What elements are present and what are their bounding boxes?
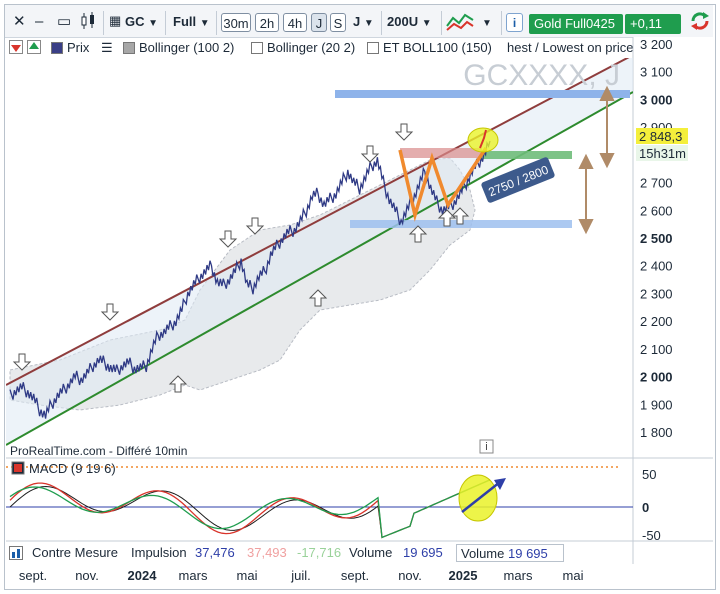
macd-tick-0: 0 xyxy=(642,500,649,515)
time-tick-label: mars xyxy=(178,568,208,583)
volume-box[interactable]: Volume 19 695 xyxy=(456,544,564,562)
bottom-status-bar: Contre Mesure Impulsion 37,476 37,493 -1… xyxy=(5,543,633,563)
svg-text:MACD (9 19 6): MACD (9 19 6) xyxy=(29,461,116,476)
price-tick-label: 2 700 xyxy=(640,176,673,191)
time-tick-label: nov. xyxy=(75,568,99,583)
svg-text:15h31m: 15h31m xyxy=(639,146,686,161)
svg-text:2 848,3: 2 848,3 xyxy=(639,129,682,144)
price-tick-label: 2 000 xyxy=(640,370,673,385)
volume-value: 19 695 xyxy=(403,545,443,560)
time-axis[interactable]: sept. nov. 2024 mars mai juil. sept. nov. 2025 ma… xyxy=(5,564,713,588)
price-tick-label: 3 000 xyxy=(640,92,673,107)
price-tick-label: 3 100 xyxy=(640,65,673,80)
macd-legend[interactable]: MACD (9 19 6) xyxy=(11,461,116,476)
price-tick-label: 1 800 xyxy=(640,425,673,440)
time-tag: 15h31m xyxy=(636,145,688,161)
contre-value: 37,493 xyxy=(247,545,287,560)
time-tick-label: mars xyxy=(503,568,533,583)
price-tick-label: 2 300 xyxy=(640,286,673,301)
price-tick-label: 2 500 xyxy=(640,231,673,246)
panel-info-button[interactable]: i xyxy=(479,439,494,454)
impulsion-value: 37,476 xyxy=(195,545,235,560)
last-price-tag: 2 848,3 xyxy=(636,128,688,144)
macd-tick-neg50: -50 xyxy=(642,528,661,543)
time-tick-label: juil. xyxy=(291,568,311,583)
price-tick-label: 1 900 xyxy=(640,397,673,412)
data-credit: ProRealTime.com - Différé 10min xyxy=(10,444,187,458)
time-tick-label: mai xyxy=(236,568,258,583)
time-tick-label: mai xyxy=(562,568,584,583)
resistance-zone[interactable] xyxy=(400,148,482,158)
price-axis[interactable]: 3 2003 1003 0002 9002 8002 7002 6002 500… xyxy=(640,37,673,440)
watermark: GCXXXX, J xyxy=(463,59,620,92)
price-tick-label: 2 200 xyxy=(640,314,673,329)
delta-value: -17,716 xyxy=(297,545,342,560)
price-tick-label: 3 200 xyxy=(640,37,673,52)
contre-mesure-label: Contre Mesure xyxy=(32,545,118,560)
price-tick-label: 2 100 xyxy=(640,342,673,357)
macd-tick-50: 50 xyxy=(642,467,656,482)
time-tick-label: 2025 xyxy=(448,568,478,583)
time-tick-label: sept. xyxy=(340,568,370,583)
price-chart[interactable]: 2750 / 2800 GCXXXX, J ProRealTime.com - … xyxy=(0,0,720,594)
time-tick-label: sept. xyxy=(18,568,48,583)
svg-text:i: i xyxy=(485,441,487,453)
time-tick-label: nov. xyxy=(398,568,422,583)
impulsion-label: Impulsion xyxy=(131,545,187,560)
time-tick-label: 2024 xyxy=(127,568,157,583)
price-tick-label: 2 600 xyxy=(640,203,673,218)
volume-label: Volume xyxy=(349,545,393,560)
level-green-band[interactable] xyxy=(482,151,572,159)
price-tick-label: 2 400 xyxy=(640,259,673,274)
macd-signal xyxy=(9,479,491,539)
panel-toggle-icon[interactable] xyxy=(9,546,23,566)
